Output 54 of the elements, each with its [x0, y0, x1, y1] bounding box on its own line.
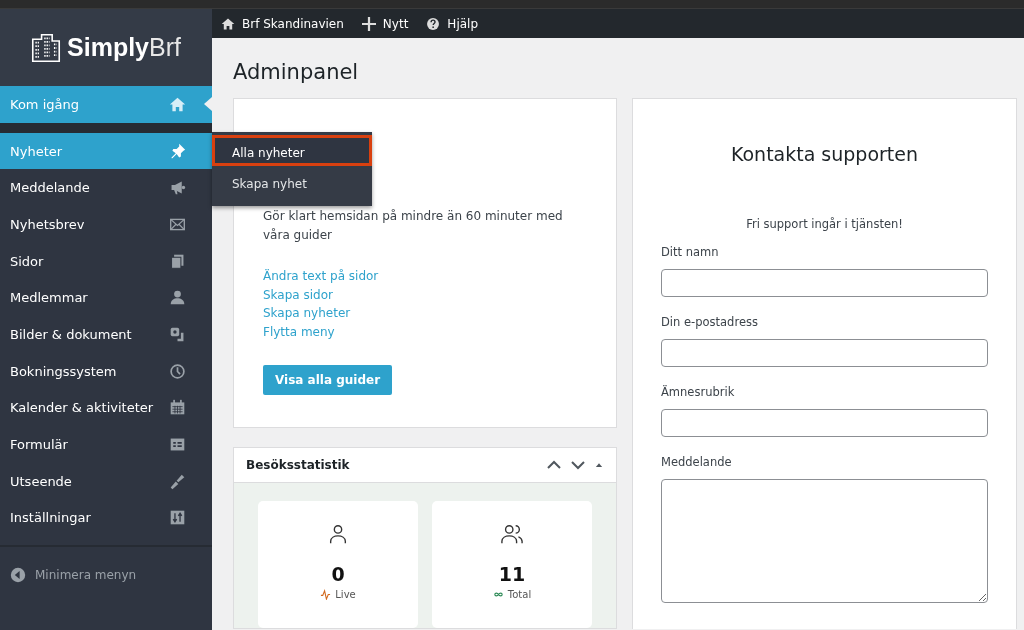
stat-label: Total — [507, 589, 532, 600]
people-icon — [501, 523, 523, 545]
toolbar-link[interactable]: Hjälp — [426, 16, 479, 31]
input-field[interactable] — [661, 269, 988, 297]
guide-text: Gör klart hemsidan på mindre än 60 minuter med våra guider — [263, 208, 564, 244]
pin-icon — [169, 142, 186, 160]
house-icon — [221, 16, 235, 31]
logo-text: SimplyBrf — [67, 33, 181, 62]
input-field[interactable] — [661, 339, 988, 367]
megaphone-icon — [169, 179, 186, 197]
submenu-item[interactable]: Skapa nyhet — [212, 166, 372, 197]
stat-value: 11 — [498, 563, 526, 585]
house-icon — [169, 95, 186, 113]
submenu-item[interactable]: Alla nyheter — [212, 135, 372, 166]
page-title: Adminpanel — [233, 60, 360, 84]
person-icon — [327, 523, 349, 545]
message-field[interactable] — [661, 479, 988, 603]
sidebar-item[interactable]: Utseende — [0, 462, 212, 500]
buildings-icon — [31, 32, 62, 63]
sidebar-item[interactable]: Sidor — [0, 242, 212, 280]
collapse-menu-button[interactable]: Minimera menyn — [0, 545, 212, 604]
card-title: Kontakta supporten — [729, 143, 920, 165]
stat-value: 0 — [331, 563, 345, 585]
sidebar-item[interactable]: Inställningar — [0, 499, 212, 537]
pointer-notch — [204, 97, 212, 111]
person-icon — [169, 289, 186, 307]
sidebar-item[interactable]: Nyhetsbrev — [0, 206, 212, 243]
toolbar-link[interactable]: Brf Skandinavien — [221, 16, 344, 31]
media-icon — [169, 325, 186, 343]
toolbar-link[interactable]: Nytt — [361, 16, 409, 31]
pages-icon — [169, 252, 186, 270]
support-note: Fri support ingår i tjänsten! — [745, 217, 904, 231]
sidebar-item[interactable]: Formulär — [0, 426, 212, 463]
sidebar-item[interactable]: Meddelande — [0, 169, 212, 207]
input-field[interactable] — [661, 409, 988, 437]
stat-label: Live — [335, 589, 356, 600]
sidebar-item[interactable]: Kalender & aktiviteter — [0, 389, 212, 427]
sidebar-item[interactable]: Bilder & dokument — [0, 316, 212, 353]
sidebar-item[interactable]: Bokningssystem — [0, 352, 212, 390]
field-label: Ditt namn — [661, 245, 720, 259]
calendar-icon — [169, 399, 186, 417]
paintbrush-icon — [169, 472, 186, 490]
clock-icon — [169, 362, 186, 380]
field-label: Din e-postadress — [661, 315, 759, 329]
field-label: Ämnesrubrik — [661, 385, 736, 399]
arrow-left-circle-icon — [10, 567, 26, 584]
sidebar-item[interactable]: Medlemmar — [0, 279, 212, 317]
card-title: Besöksstatistik — [246, 458, 350, 472]
logo[interactable]: SimplyBrf — [0, 9, 212, 86]
help-icon — [426, 16, 441, 31]
activity-icon — [320, 589, 332, 600]
field-label: Meddelande — [661, 455, 733, 469]
sliders-icon — [169, 509, 186, 527]
plus-icon — [361, 16, 376, 31]
